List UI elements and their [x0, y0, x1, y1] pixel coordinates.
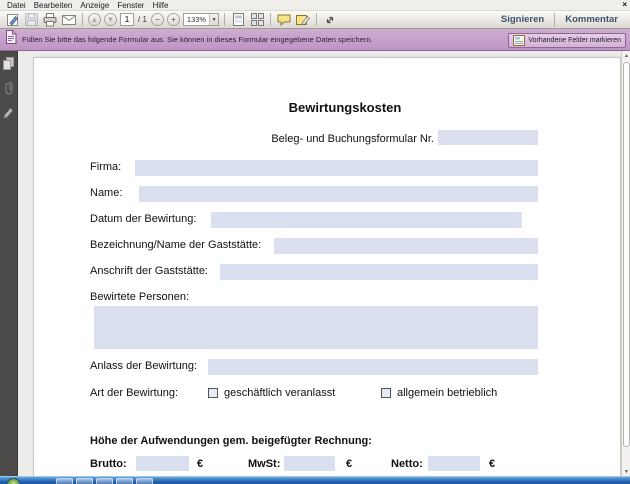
annotate-icon[interactable] — [295, 12, 311, 28]
adobe-reader-window: Datei Bearbeiten Anzeige Fenster Hilfe ×… — [0, 0, 630, 484]
zoom-dropdown-icon[interactable]: ▼ — [209, 14, 218, 25]
highlight-fields-icon — [513, 35, 525, 46]
netto-label: Netto: — [391, 458, 423, 470]
scrollbar-thumb[interactable] — [623, 62, 630, 447]
gaststaette-anschrift-field[interactable] — [220, 264, 538, 280]
form-notification-bar: Füllen Sie bitte das folgende Formular a… — [0, 29, 630, 51]
mwst-label: MwSt: — [248, 458, 280, 470]
art-label: Art der Bewirtung: — [90, 387, 178, 399]
taskbar-app-button[interactable] — [76, 478, 93, 484]
gaststaette-name-label: Bezeichnung/Name der Gaststätte: — [90, 239, 261, 251]
personen-field[interactable] — [94, 306, 538, 349]
comment-icon[interactable] — [276, 12, 292, 28]
pdf-page: Bewirtungskosten Beleg- und Buchungsform… — [33, 57, 621, 476]
mwst-field[interactable] — [284, 456, 335, 471]
geschaeftlich-checkbox[interactable] — [208, 388, 218, 398]
anlass-field[interactable] — [208, 359, 538, 375]
toolbar-separator — [270, 13, 271, 26]
zoom-out-icon[interactable]: − — [151, 13, 164, 26]
page-view-icon[interactable] — [230, 12, 246, 28]
toolbar-separator — [82, 13, 83, 26]
datum-field[interactable] — [211, 212, 522, 228]
highlight-fields-button[interactable]: Vorhandene Felder markieren — [508, 33, 626, 48]
geschaeftlich-label: geschäftlich veranlasst — [224, 387, 335, 399]
signieren-button[interactable]: Signieren — [493, 14, 552, 25]
page-up-icon[interactable]: ▲ — [88, 13, 101, 26]
windows-start-icon[interactable] — [6, 478, 21, 484]
netto-currency: € — [489, 458, 495, 470]
firma-label: Firma: — [90, 161, 121, 173]
bewirtungskosten-form: Bewirtungskosten Beleg- und Buchungsform… — [34, 58, 620, 476]
scroll-down-icon[interactable]: ▼ — [622, 467, 630, 476]
toolbar: ▲ ▼ / 1 − + 133% ▼ Signieren Komm — [0, 11, 630, 29]
signature-panel-icon[interactable] — [2, 104, 16, 119]
brutto-currency: € — [197, 458, 203, 470]
brutto-field[interactable] — [136, 456, 189, 471]
toolbar-separator — [224, 13, 225, 26]
print-icon[interactable] — [42, 12, 58, 28]
personen-label: Bewirtete Personen: — [90, 291, 189, 303]
kommentar-button[interactable]: Kommentar — [557, 14, 626, 25]
beleg-field[interactable] — [438, 130, 538, 145]
menu-fenster[interactable]: Fenster — [113, 1, 148, 10]
anlass-label: Anlass der Bewirtung: — [90, 360, 197, 372]
toolbar-separator — [554, 13, 555, 27]
taskbar-app-button[interactable] — [56, 478, 73, 484]
vertical-scrollbar[interactable]: ▲ ▼ — [621, 51, 630, 476]
form-notice-icon — [5, 30, 17, 49]
expand-icon[interactable] — [322, 12, 338, 28]
gaststaette-name-field[interactable] — [274, 238, 538, 254]
tile-view-icon[interactable] — [249, 12, 265, 28]
form-title: Bewirtungskosten — [70, 100, 620, 115]
fill-and-sign-icon[interactable] — [4, 12, 20, 28]
page-thumbnails-icon[interactable] — [2, 56, 16, 71]
beleg-label: Beleg- und Buchungsformular Nr. — [34, 133, 434, 145]
zoom-in-icon[interactable]: + — [167, 13, 180, 26]
netto-field[interactable] — [428, 456, 480, 471]
toolbar-right-group: Signieren Kommentar — [493, 11, 626, 28]
datum-label: Datum der Bewirtung: — [90, 213, 196, 225]
aufwendungen-heading: Höhe der Aufwendungen gem. beigefügter R… — [90, 435, 372, 447]
form-notice-message: Füllen Sie bitte das folgende Formular a… — [22, 35, 373, 44]
zoom-level-value: 133% — [184, 15, 209, 24]
attachments-icon[interactable] — [2, 80, 16, 95]
zoom-level-select[interactable]: 133% ▼ — [183, 13, 219, 26]
betrieblich-label: allgemein betrieblich — [397, 387, 497, 399]
close-icon[interactable]: × — [622, 0, 627, 10]
scroll-up-icon[interactable]: ▲ — [622, 51, 630, 60]
document-area: Bewirtungskosten Beleg- und Buchungsform… — [0, 51, 630, 476]
taskbar-app-button[interactable] — [116, 478, 133, 484]
save-icon[interactable] — [23, 12, 39, 28]
email-icon[interactable] — [61, 12, 77, 28]
firma-field[interactable] — [135, 160, 538, 176]
name-field[interactable] — [139, 186, 538, 202]
betrieblich-checkbox[interactable] — [381, 388, 391, 398]
menu-bearbeiten[interactable]: Bearbeiten — [30, 1, 77, 10]
toolbar-separator — [316, 13, 317, 26]
page-total-label: / 1 — [138, 15, 147, 24]
highlight-fields-label: Vorhandene Felder markieren — [528, 37, 621, 44]
windows-taskbar — [0, 476, 630, 484]
menu-anzeige[interactable]: Anzeige — [76, 1, 113, 10]
taskbar-app-button[interactable] — [136, 478, 153, 484]
menu-hilfe[interactable]: Hilfe — [148, 1, 172, 10]
taskbar-app-button[interactable] — [96, 478, 113, 484]
mwst-currency: € — [346, 458, 352, 470]
menubar: Datei Bearbeiten Anzeige Fenster Hilfe × — [0, 0, 630, 11]
page-down-icon[interactable]: ▼ — [104, 13, 117, 26]
brutto-label: Brutto: — [90, 458, 127, 470]
page-number-input[interactable] — [120, 13, 134, 26]
name-label: Name: — [90, 187, 122, 199]
menu-datei[interactable]: Datei — [3, 1, 30, 10]
gaststaette-anschrift-label: Anschrift der Gaststätte: — [90, 265, 208, 277]
navigation-panel — [0, 51, 18, 476]
